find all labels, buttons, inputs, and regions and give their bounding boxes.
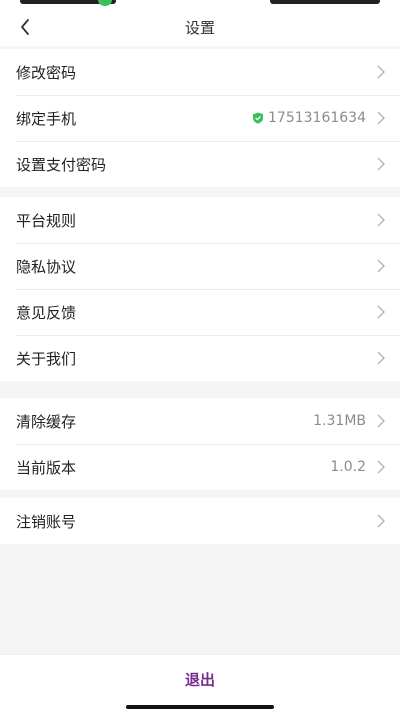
chevron-right-icon: [377, 213, 385, 227]
settings-item-label: 设置支付密码: [16, 155, 107, 174]
chevron-right-icon: [377, 305, 385, 319]
chevron-right-icon: [377, 351, 385, 365]
status-bar: [0, 0, 400, 8]
settings-group-account: 修改密码 绑定手机 17513161634 设置支付密码: [0, 49, 400, 187]
settings-item-feedback[interactable]: 意见反馈: [0, 289, 400, 335]
navigation-bar: 设置: [0, 8, 400, 46]
chevron-left-icon: [21, 19, 29, 35]
settings-item-clear-cache[interactable]: 清除缓存 1.31MB: [0, 398, 400, 444]
home-indicator: [126, 705, 274, 709]
chevron-right-icon: [377, 65, 385, 79]
chevron-right-icon: [377, 460, 385, 474]
settings-item-about-us[interactable]: 关于我们: [0, 335, 400, 381]
cache-size-value: 1.31MB: [313, 413, 366, 429]
settings-group-info: 平台规则 隐私协议 意见反馈 关于我们: [0, 197, 400, 381]
settings-item-bind-phone[interactable]: 绑定手机 17513161634: [0, 95, 400, 141]
settings-item-label: 关于我们: [16, 349, 77, 368]
chevron-right-icon: [377, 259, 385, 273]
bound-phone-value: 17513161634: [252, 110, 366, 126]
status-bar-indicators: [270, 0, 380, 4]
logout-button[interactable]: 退出: [150, 665, 250, 693]
settings-item-label: 当前版本: [16, 458, 77, 477]
chevron-right-icon: [377, 157, 385, 171]
settings-item-platform-rules[interactable]: 平台规则: [0, 197, 400, 243]
page-title: 设置: [184, 18, 215, 37]
chevron-right-icon: [377, 514, 385, 528]
settings-item-privacy-policy[interactable]: 隐私协议: [0, 243, 400, 289]
settings-item-label: 注销账号: [16, 512, 77, 531]
settings-item-label: 隐私协议: [16, 257, 77, 276]
status-notification-icon: [98, 0, 112, 6]
settings-item-label: 意见反馈: [16, 303, 77, 322]
chevron-right-icon: [377, 111, 385, 125]
settings-item-delete-account[interactable]: 注销账号: [0, 498, 400, 544]
settings-item-label: 清除缓存: [16, 412, 77, 431]
settings-group-app: 清除缓存 1.31MB 当前版本 1.0.2: [0, 398, 400, 490]
settings-item-app-version[interactable]: 当前版本 1.0.2: [0, 444, 400, 490]
back-button[interactable]: [10, 12, 40, 42]
phone-number: 17513161634: [268, 110, 366, 126]
settings-item-payment-password[interactable]: 设置支付密码: [0, 141, 400, 187]
chevron-right-icon: [377, 414, 385, 428]
settings-item-change-password[interactable]: 修改密码: [0, 49, 400, 95]
settings-item-label: 绑定手机: [16, 109, 77, 128]
settings-item-label: 修改密码: [16, 63, 77, 82]
bottom-bar: 退出: [0, 654, 400, 711]
verified-shield-icon: [253, 112, 264, 124]
app-version-value: 1.0.2: [330, 459, 366, 475]
settings-group-danger: 注销账号: [0, 498, 400, 544]
settings-item-label: 平台规则: [16, 211, 77, 230]
